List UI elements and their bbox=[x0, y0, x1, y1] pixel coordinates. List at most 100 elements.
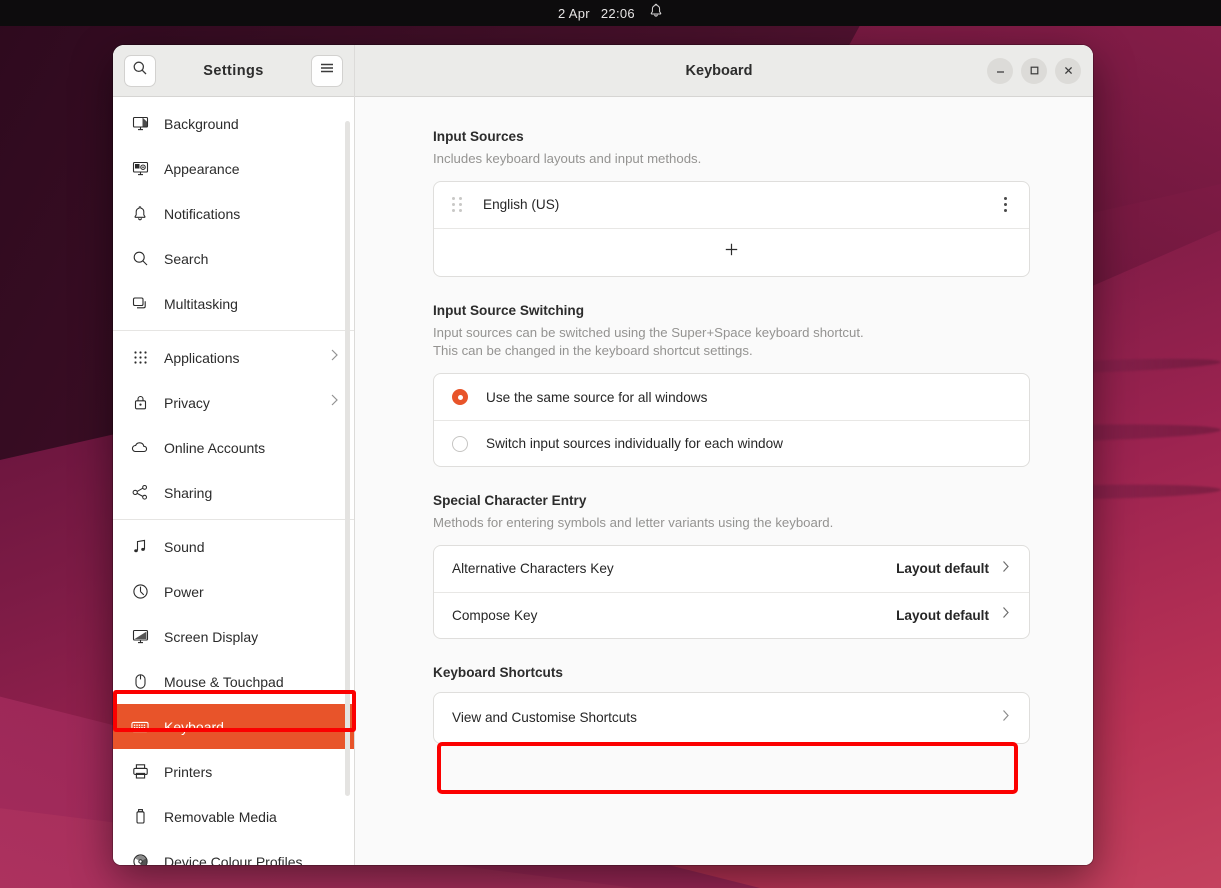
keyboard-shortcuts-card: View and Customise Shortcuts bbox=[433, 691, 1030, 744]
kebab-menu-icon[interactable] bbox=[1000, 191, 1011, 218]
description-line-2: This can be changed in the keyboard shor… bbox=[433, 343, 753, 359]
window-titlebar: Keyboard bbox=[355, 45, 1093, 97]
sidebar-item-label: Screen Display bbox=[164, 628, 259, 645]
section-input-sources: Input Sources Includes keyboard layouts … bbox=[433, 129, 1030, 277]
switching-options-card: Use the same source for all windows Swit… bbox=[433, 373, 1030, 468]
radio-per-window[interactable] bbox=[452, 435, 468, 452]
row-value: Layout default bbox=[896, 561, 989, 577]
sidebar-item-mouse-touchpad[interactable]: Mouse & Touchpad bbox=[113, 659, 354, 704]
switching-option-row[interactable]: Use the same source for all windows bbox=[434, 374, 1029, 420]
sidebar-item-sharing[interactable]: Sharing bbox=[113, 470, 354, 515]
settings-content: Input Sources Includes keyboard layouts … bbox=[355, 97, 1093, 865]
main-menu-button[interactable] bbox=[311, 54, 343, 87]
mouse-icon bbox=[131, 673, 149, 691]
sidebar-title: Settings bbox=[203, 62, 264, 79]
row-value: Layout default bbox=[896, 607, 989, 623]
description-line-1: Input sources can be switched using the … bbox=[433, 324, 864, 340]
time-label: 22:06 bbox=[600, 5, 635, 21]
cloud-icon bbox=[131, 439, 149, 457]
sidebar: Settings Background Appearance Notificat… bbox=[113, 45, 355, 865]
special-character-card: Alternative Characters Key Layout defaul… bbox=[433, 544, 1030, 639]
sidebar-item-appearance[interactable]: Appearance bbox=[113, 146, 354, 191]
sidebar-item-sound[interactable]: Sound bbox=[113, 524, 354, 569]
chevron-right-icon bbox=[1001, 708, 1011, 728]
sidebar-item-privacy[interactable]: Privacy bbox=[113, 380, 354, 425]
lock-icon bbox=[131, 394, 149, 412]
sidebar-item-multitasking[interactable]: Multitasking bbox=[113, 281, 354, 326]
sidebar-item-label: Search bbox=[164, 250, 209, 267]
input-source-label: English (US) bbox=[483, 197, 560, 213]
sidebar-item-online-accounts[interactable]: Online Accounts bbox=[113, 425, 354, 470]
section-heading: Keyboard Shortcuts bbox=[433, 664, 563, 680]
sidebar-item-power[interactable]: Power bbox=[113, 569, 354, 614]
alternative-characters-key-row[interactable]: Alternative Characters Key Layout defaul… bbox=[434, 546, 1029, 592]
sidebar-item-printers[interactable]: Printers bbox=[113, 749, 354, 794]
input-source-row[interactable]: English (US) bbox=[434, 182, 1029, 228]
main-pane: Keyboard Input Sources Includes keyboard… bbox=[355, 45, 1093, 865]
search-icon bbox=[131, 250, 149, 268]
search-icon bbox=[132, 60, 148, 81]
close-button[interactable] bbox=[1055, 57, 1081, 84]
search-button[interactable] bbox=[124, 54, 156, 87]
switching-option-row[interactable]: Switch input sources individually for ea… bbox=[434, 420, 1029, 466]
sidebar-item-label: Removable Media bbox=[164, 808, 277, 825]
section-special-character-entry: Special Character Entry Methods for ente… bbox=[433, 493, 1030, 639]
switching-option-label: Switch input sources individually for ea… bbox=[486, 436, 783, 452]
page-title: Keyboard bbox=[685, 62, 753, 79]
keyboard-icon bbox=[131, 718, 149, 736]
windows-stack-icon bbox=[131, 295, 149, 313]
sidebar-item-search[interactable]: Search bbox=[113, 236, 354, 281]
minimize-button[interactable] bbox=[987, 57, 1013, 84]
sidebar-item-notifications[interactable]: Notifications bbox=[113, 191, 354, 236]
colour-wheel-icon bbox=[131, 853, 149, 865]
sidebar-item-label: Applications bbox=[164, 349, 240, 366]
screen-display-icon bbox=[131, 628, 149, 646]
desktop: 2 Apr 22:06 Settings Background Appearan… bbox=[0, 0, 1221, 888]
section-heading: Input Sources bbox=[433, 129, 524, 144]
section-heading: Input Source Switching bbox=[433, 302, 585, 318]
sidebar-separator bbox=[113, 330, 354, 331]
sidebar-item-applications[interactable]: Applications bbox=[113, 335, 354, 380]
row-label: Compose Key bbox=[452, 607, 538, 623]
drag-handle-icon[interactable] bbox=[452, 197, 463, 213]
compose-key-row[interactable]: Compose Key Layout default bbox=[434, 591, 1029, 638]
sidebar-item-label: Sharing bbox=[164, 484, 213, 501]
sidebar-item-label: Multitasking bbox=[164, 295, 238, 312]
share-nodes-icon bbox=[131, 484, 149, 502]
sidebar-nav-list[interactable]: Background Appearance Notifications Sear… bbox=[113, 97, 354, 865]
sidebar-item-background[interactable]: Background bbox=[113, 101, 354, 146]
sidebar-item-label: Mouse & Touchpad bbox=[164, 673, 284, 690]
datetime-clock[interactable]: 2 Apr 22:06 bbox=[558, 6, 635, 21]
maximize-button[interactable] bbox=[1021, 57, 1047, 84]
sidebar-item-removable-media[interactable]: Removable Media bbox=[113, 794, 354, 839]
view-customise-shortcuts-row[interactable]: View and Customise Shortcuts bbox=[434, 693, 1029, 743]
sidebar-item-label: Online Accounts bbox=[164, 439, 266, 456]
sidebar-item-label: Sound bbox=[164, 538, 205, 555]
bell-icon[interactable] bbox=[649, 3, 663, 23]
sidebar-item-label: Device Colour Profiles bbox=[164, 853, 303, 866]
sidebar-item-screen-display[interactable]: Screen Display bbox=[113, 614, 354, 659]
input-sources-card: English (US) bbox=[433, 180, 1030, 277]
sidebar-item-keyboard[interactable]: Keyboard bbox=[113, 704, 354, 749]
system-top-bar: 2 Apr 22:06 bbox=[0, 0, 1221, 26]
sidebar-item-device-colour-profiles[interactable]: Device Colour Profiles bbox=[113, 839, 354, 865]
chevron-right-icon bbox=[1001, 605, 1011, 625]
section-keyboard-shortcuts: Keyboard Shortcuts View and Customise Sh… bbox=[433, 665, 1030, 744]
usb-drive-icon bbox=[131, 808, 149, 826]
row-label: Alternative Characters Key bbox=[452, 561, 614, 577]
printer-icon bbox=[131, 763, 149, 781]
sidebar-scrollbar[interactable] bbox=[345, 121, 350, 796]
section-heading: Special Character Entry bbox=[433, 493, 587, 509]
sidebar-item-label: Notifications bbox=[164, 205, 241, 222]
sidebar-item-label: Power bbox=[164, 583, 204, 600]
sidebar-item-label: Privacy bbox=[164, 394, 210, 411]
sidebar-item-label: Appearance bbox=[164, 160, 240, 177]
monitor-background-icon bbox=[131, 115, 149, 133]
section-input-source-switching: Input Source Switching Input sources can… bbox=[433, 302, 1030, 468]
sidebar-item-label: Keyboard bbox=[164, 718, 224, 735]
chevron-right-icon bbox=[330, 393, 340, 412]
section-description: Includes keyboard layouts and input meth… bbox=[433, 151, 702, 166]
section-description: Methods for entering symbols and letter … bbox=[433, 515, 834, 531]
radio-same-source[interactable] bbox=[452, 389, 468, 406]
add-input-source-button[interactable] bbox=[434, 227, 1029, 276]
